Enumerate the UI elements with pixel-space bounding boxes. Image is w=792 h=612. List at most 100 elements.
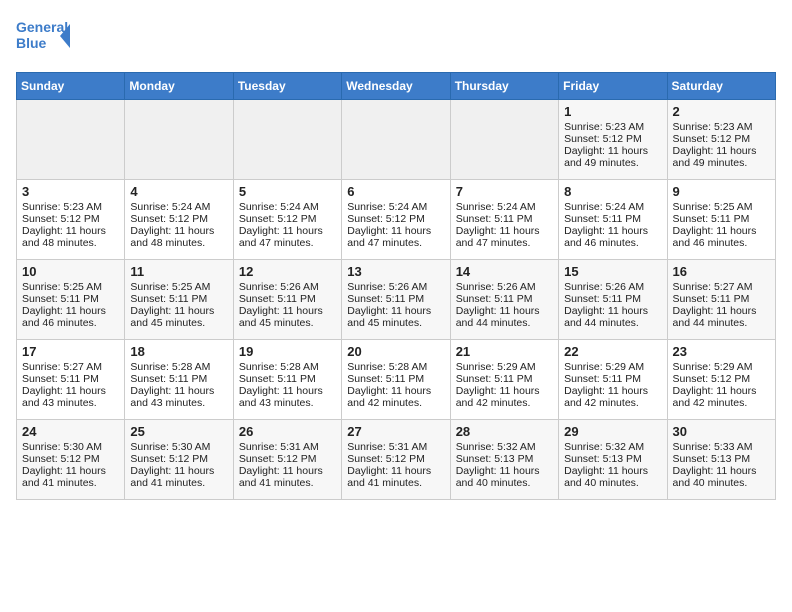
- day-number: 7: [456, 184, 553, 199]
- sunset-text: Sunset: 5:11 PM: [347, 293, 444, 305]
- calendar-cell: [125, 100, 233, 180]
- sunset-text: Sunset: 5:11 PM: [456, 293, 553, 305]
- sunrise-text: Sunrise: 5:25 AM: [673, 201, 770, 213]
- sunrise-text: Sunrise: 5:30 AM: [22, 441, 119, 453]
- sunrise-text: Sunrise: 5:30 AM: [130, 441, 227, 453]
- page-header: GeneralBlue: [16, 16, 776, 60]
- sunset-text: Sunset: 5:11 PM: [456, 373, 553, 385]
- daylight-text: Daylight: 11 hours and 42 minutes.: [456, 385, 553, 409]
- header-saturday: Saturday: [667, 73, 775, 100]
- sunrise-text: Sunrise: 5:29 AM: [564, 361, 661, 373]
- header-friday: Friday: [559, 73, 667, 100]
- calendar-cell: 10Sunrise: 5:25 AMSunset: 5:11 PMDayligh…: [17, 260, 125, 340]
- sunset-text: Sunset: 5:11 PM: [130, 373, 227, 385]
- daylight-text: Daylight: 11 hours and 46 minutes.: [22, 305, 119, 329]
- sunset-text: Sunset: 5:11 PM: [22, 293, 119, 305]
- sunrise-text: Sunrise: 5:28 AM: [347, 361, 444, 373]
- calendar-cell: 2Sunrise: 5:23 AMSunset: 5:12 PMDaylight…: [667, 100, 775, 180]
- day-number: 30: [673, 424, 770, 439]
- calendar-cell: 18 Sunrise: 5:28 AMSunset: 5:11 PMDayligh…: [125, 340, 233, 420]
- calendar-cell: 12Sunrise: 5:26 AMSunset: 5:11 PMDayligh…: [233, 260, 341, 340]
- day-number: 4: [130, 184, 227, 199]
- day-number: 18: [130, 344, 227, 359]
- sunset-text: Sunset: 5:11 PM: [564, 213, 661, 225]
- daylight-text: Daylight: 11 hours and 47 minutes.: [239, 225, 336, 249]
- sunrise-text: Sunrise: 5:24 AM: [456, 201, 553, 213]
- sunset-text: Sunset: 5:11 PM: [130, 293, 227, 305]
- header-tuesday: Tuesday: [233, 73, 341, 100]
- logo-icon: GeneralBlue: [16, 16, 76, 60]
- sunset-text: Sunset: 5:11 PM: [239, 293, 336, 305]
- day-number: 28: [456, 424, 553, 439]
- sunrise-text: Sunrise: 5:32 AM: [564, 441, 661, 453]
- sunrise-text: Sunrise: 5:24 AM: [564, 201, 661, 213]
- sunset-text: Sunset: 5:11 PM: [347, 373, 444, 385]
- calendar-table: SundayMondayTuesdayWednesdayThursdayFrid…: [16, 72, 776, 500]
- sunset-text: Sunset: 5:11 PM: [564, 373, 661, 385]
- daylight-text: Daylight: 11 hours and 40 minutes.: [456, 465, 553, 489]
- day-number: 3: [22, 184, 119, 199]
- sunset-text: Sunset: 5:12 PM: [564, 133, 661, 145]
- calendar-week-3: 10Sunrise: 5:25 AMSunset: 5:11 PMDayligh…: [17, 260, 776, 340]
- daylight-text: Daylight: 11 hours and 40 minutes.: [673, 465, 770, 489]
- svg-text:General: General: [16, 19, 68, 35]
- day-number: 21: [456, 344, 553, 359]
- calendar-cell: 26Sunrise: 5:31 AMSunset: 5:12 PMDayligh…: [233, 420, 341, 500]
- sunset-text: Sunset: 5:13 PM: [456, 453, 553, 465]
- daylight-text: Daylight: 11 hours and 44 minutes.: [564, 305, 661, 329]
- calendar-week-2: 3Sunrise: 5:23 AMSunset: 5:12 PMDaylight…: [17, 180, 776, 260]
- sunset-text: Sunset: 5:12 PM: [347, 213, 444, 225]
- sunrise-text: Sunrise: 5:27 AM: [673, 281, 770, 293]
- daylight-text: Daylight: 11 hours and 49 minutes.: [673, 145, 770, 169]
- header-thursday: Thursday: [450, 73, 558, 100]
- calendar-cell: 23Sunrise: 5:29 AMSunset: 5:12 PMDayligh…: [667, 340, 775, 420]
- sunset-text: Sunset: 5:13 PM: [564, 453, 661, 465]
- daylight-text: Daylight: 11 hours and 41 minutes.: [239, 465, 336, 489]
- sunset-text: Sunset: 5:12 PM: [347, 453, 444, 465]
- calendar-cell: 17Sunrise: 5:27 AMSunset: 5:11 PMDayligh…: [17, 340, 125, 420]
- day-number: 5: [239, 184, 336, 199]
- sunrise-text: Sunrise: 5:28 AM: [239, 361, 336, 373]
- day-number: 22: [564, 344, 661, 359]
- sunrise-text: Sunrise: 5:24 AM: [130, 201, 227, 213]
- day-number: 16: [673, 264, 770, 279]
- calendar-cell: 14Sunrise: 5:26 AMSunset: 5:11 PMDayligh…: [450, 260, 558, 340]
- sunrise-text: Sunrise: 5:26 AM: [456, 281, 553, 293]
- daylight-text: Daylight: 11 hours and 45 minutes.: [130, 305, 227, 329]
- day-number: 12: [239, 264, 336, 279]
- calendar-week-4: 17Sunrise: 5:27 AMSunset: 5:11 PMDayligh…: [17, 340, 776, 420]
- daylight-text: Daylight: 11 hours and 42 minutes.: [564, 385, 661, 409]
- sunset-text: Sunset: 5:11 PM: [673, 213, 770, 225]
- calendar-cell: 4Sunrise: 5:24 AMSunset: 5:12 PMDaylight…: [125, 180, 233, 260]
- day-number: 25: [130, 424, 227, 439]
- calendar-cell: 22 Sunrise: 5:29 AMSunset: 5:11 PMDayligh…: [559, 340, 667, 420]
- calendar-cell: 8Sunrise: 5:24 AMSunset: 5:11 PMDaylight…: [559, 180, 667, 260]
- daylight-text: Daylight: 11 hours and 46 minutes.: [564, 225, 661, 249]
- sunrise-text: Sunrise: 5:29 AM: [673, 361, 770, 373]
- calendar-cell: [450, 100, 558, 180]
- calendar-cell: 6Sunrise: 5:24 AMSunset: 5:12 PMDaylight…: [342, 180, 450, 260]
- daylight-text: Daylight: 11 hours and 49 minutes.: [564, 145, 661, 169]
- day-number: 1: [564, 104, 661, 119]
- sunset-text: Sunset: 5:12 PM: [22, 213, 119, 225]
- daylight-text: Daylight: 11 hours and 43 minutes.: [130, 385, 227, 409]
- daylight-text: Daylight: 11 hours and 40 minutes.: [564, 465, 661, 489]
- sunrise-text: Sunrise: 5:28 AM: [130, 361, 227, 373]
- sunset-text: Sunset: 5:11 PM: [564, 293, 661, 305]
- sunset-text: Sunset: 5:12 PM: [130, 213, 227, 225]
- sunrise-text: Sunrise: 5:24 AM: [347, 201, 444, 213]
- calendar-week-1: 1Sunrise: 5:23 AMSunset: 5:12 PMDaylight…: [17, 100, 776, 180]
- calendar-cell: 21Sunrise: 5:29 AMSunset: 5:11 PMDayligh…: [450, 340, 558, 420]
- day-number: 15: [564, 264, 661, 279]
- header-wednesday: Wednesday: [342, 73, 450, 100]
- sunset-text: Sunset: 5:11 PM: [239, 373, 336, 385]
- calendar-cell: 24Sunrise: 5:30 AMSunset: 5:12 PMDayligh…: [17, 420, 125, 500]
- day-number: 2: [673, 104, 770, 119]
- sunset-text: Sunset: 5:12 PM: [239, 453, 336, 465]
- calendar-cell: 16Sunrise: 5:27 AMSunset: 5:11 PMDayligh…: [667, 260, 775, 340]
- sunset-text: Sunset: 5:12 PM: [673, 133, 770, 145]
- day-number: 23: [673, 344, 770, 359]
- day-number: 13: [347, 264, 444, 279]
- daylight-text: Daylight: 11 hours and 44 minutes.: [673, 305, 770, 329]
- daylight-text: Daylight: 11 hours and 45 minutes.: [347, 305, 444, 329]
